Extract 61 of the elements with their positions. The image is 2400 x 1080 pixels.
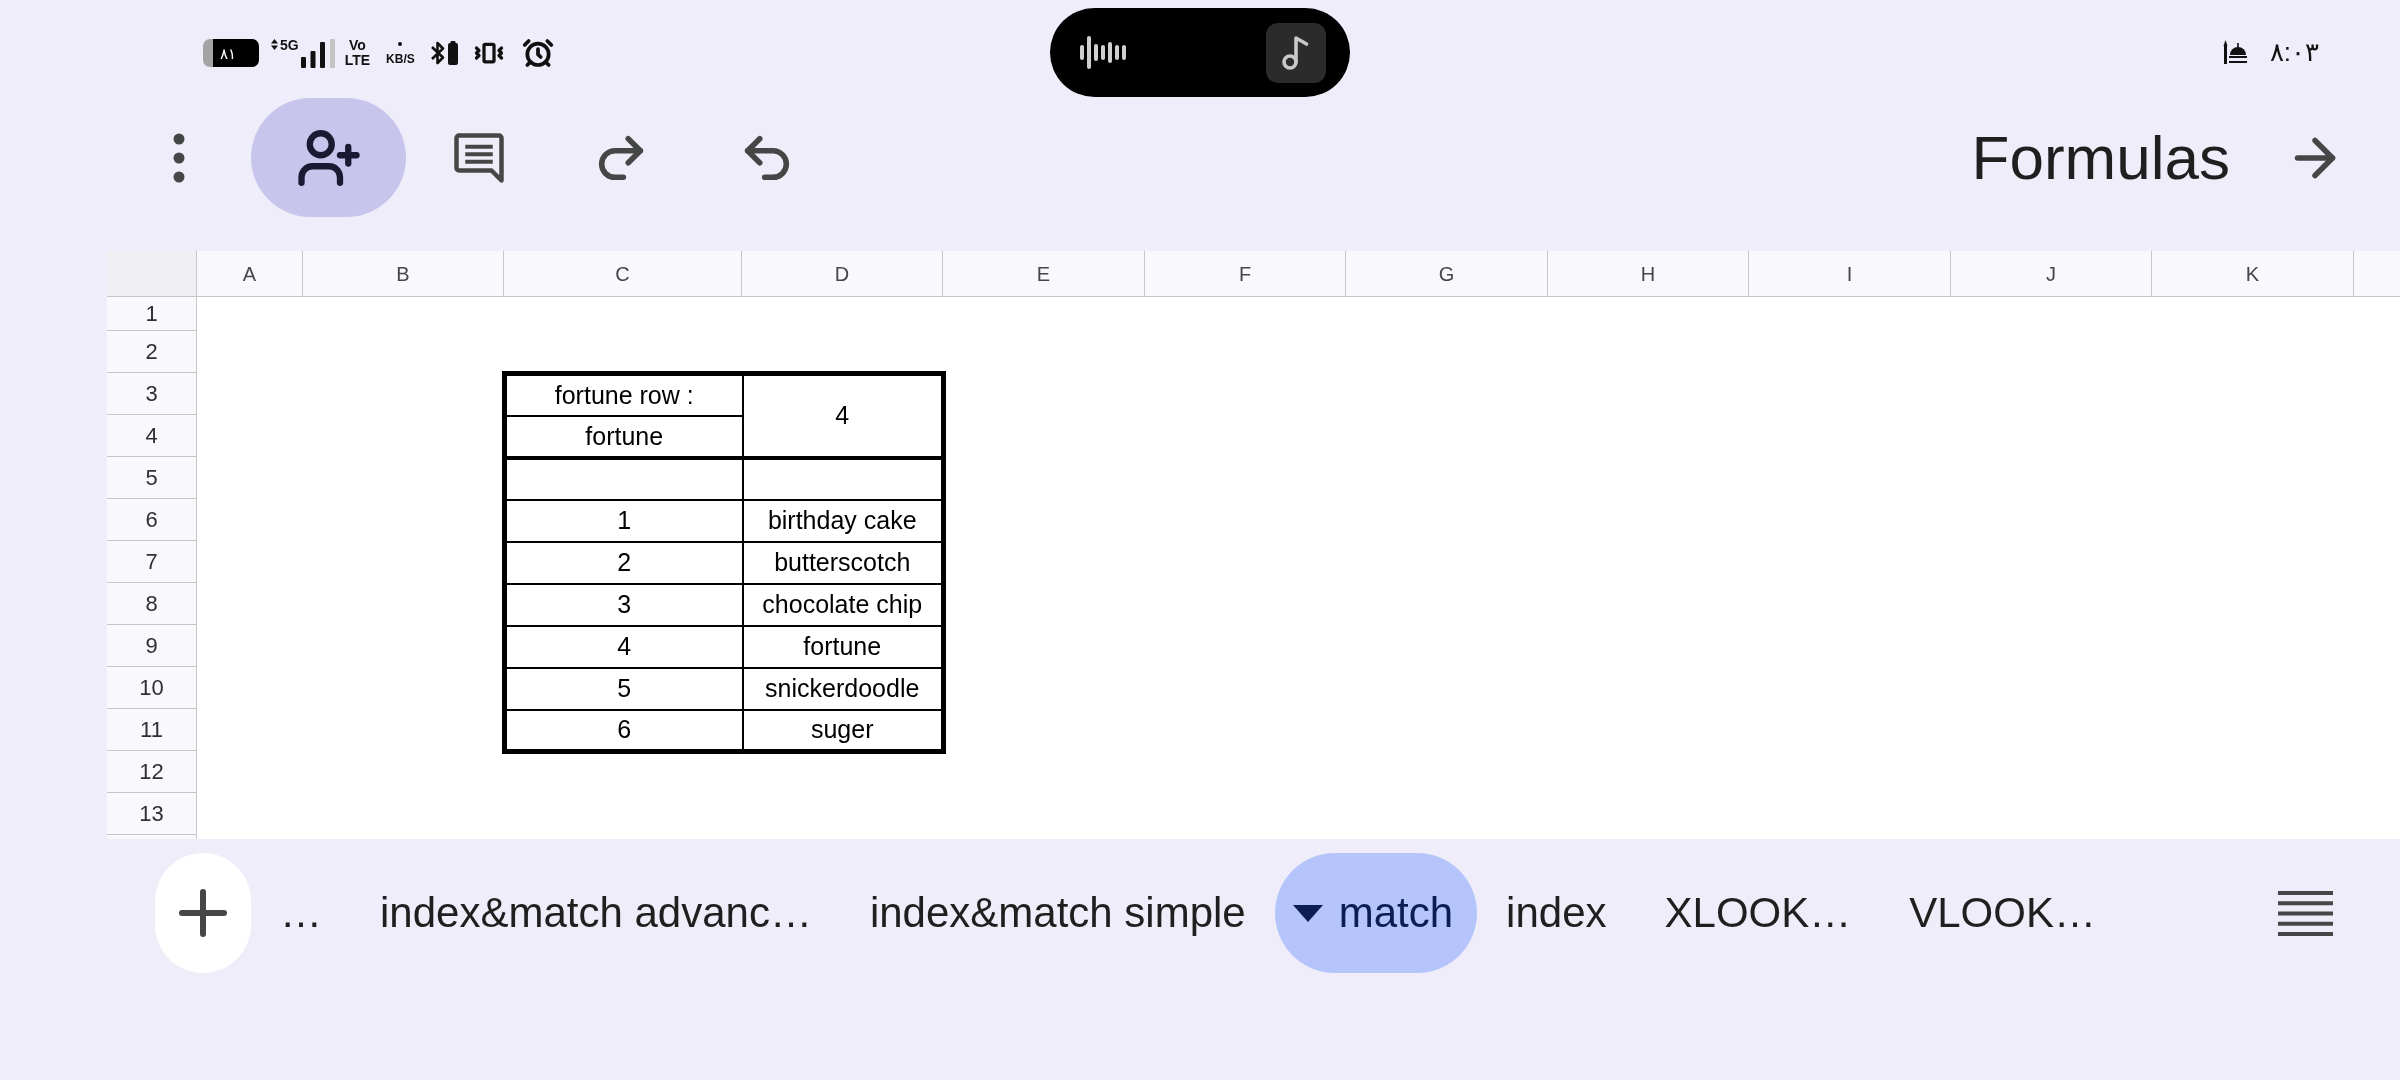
- sheet-tab[interactable]: match: [1274, 853, 1478, 973]
- table-cell: suger: [742, 709, 944, 752]
- column-header[interactable]: H: [1548, 251, 1749, 297]
- table-cell: 4: [504, 625, 743, 668]
- table-cell: 5: [504, 667, 743, 710]
- mosque-icon: [2221, 40, 2248, 64]
- row-header[interactable]: 13: [107, 793, 196, 835]
- table-cell: fortune row :: [504, 373, 743, 416]
- sheet-tab[interactable]: index&match advanc…: [351, 853, 841, 973]
- table-cell: 4: [742, 373, 944, 458]
- sheet-tab[interactable]: …: [251, 853, 351, 973]
- column-header[interactable]: E: [943, 251, 1145, 297]
- table-cell: fortune: [504, 415, 743, 458]
- network-type: 5G: [280, 38, 299, 52]
- column-header[interactable]: G: [1346, 251, 1548, 297]
- signal-icon: [300, 39, 335, 68]
- column-header[interactable]: A: [197, 251, 303, 297]
- sheet-tab[interactable]: index&match simple: [840, 853, 1275, 973]
- column-header[interactable]: F: [1145, 251, 1346, 297]
- table-cell: snickerdoodle: [742, 667, 944, 710]
- row-header[interactable]: 8: [107, 583, 196, 625]
- table-cell: 6: [504, 709, 743, 752]
- sheet-tab[interactable]: XLOOK…: [1635, 853, 1881, 973]
- table-cell: 1: [504, 499, 743, 542]
- alarm-clock-icon: [521, 37, 554, 69]
- battery-percent: ٨١: [220, 45, 236, 61]
- document-title: Formulas: [1971, 126, 2230, 189]
- sheet-tab[interactable]: index: [1477, 853, 1636, 973]
- row-header[interactable]: 2: [107, 331, 196, 373]
- column-header[interactable]: J: [1951, 251, 2152, 297]
- row-header[interactable]: 3: [107, 373, 196, 415]
- row-header[interactable]: 1: [107, 297, 196, 331]
- column-header[interactable]: I: [1749, 251, 1951, 297]
- table-cell: birthday cake: [742, 499, 944, 542]
- column-header[interactable]: D: [742, 251, 943, 297]
- row-header[interactable]: 12: [107, 751, 196, 793]
- updown-arrows-icon: [271, 39, 278, 50]
- table-cell: butterscotch: [742, 541, 944, 584]
- row-header[interactable]: 11: [107, 709, 196, 751]
- clock-time: ٨:٠٣: [2269, 39, 2319, 65]
- volte-label: Vo LTE: [344, 38, 371, 68]
- column-header[interactable]: B: [303, 251, 504, 297]
- row-header[interactable]: 7: [107, 541, 196, 583]
- table-cell: chocolate chip: [742, 583, 944, 626]
- column-header[interactable]: K: [2152, 251, 2354, 297]
- sheet-tab[interactable]: VLOOK…: [1880, 853, 2125, 973]
- row-header[interactable]: 9: [107, 625, 196, 667]
- caret-down-icon: [1292, 904, 1323, 922]
- table-cell: fortune: [742, 625, 944, 668]
- speed-unit: KB/S: [386, 52, 415, 65]
- row-header[interactable]: 6: [107, 499, 196, 541]
- more-vertical-icon: [173, 132, 185, 183]
- row-header[interactable]: 5: [107, 457, 196, 499]
- column-header[interactable]: C: [504, 251, 742, 297]
- row-header[interactable]: 4: [107, 415, 196, 457]
- table-cell: 2: [504, 541, 743, 584]
- music-note-icon: [1266, 22, 1326, 83]
- waveform-icon: [1080, 36, 1128, 69]
- row-header[interactable]: 10: [107, 667, 196, 709]
- list-icon: [2277, 890, 2333, 936]
- table-cell: 3: [504, 583, 743, 626]
